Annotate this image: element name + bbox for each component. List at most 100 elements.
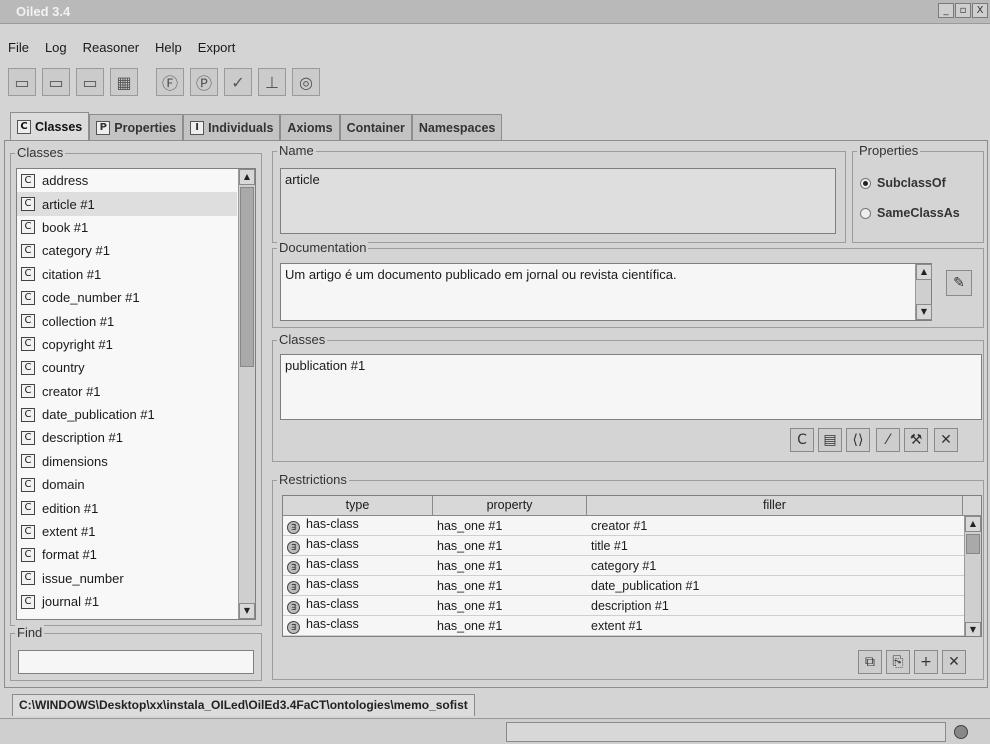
tab-individuals[interactable]: I Individuals xyxy=(183,114,281,140)
table-row[interactable]: ∃ has-class has_one #1 date_publication #1 xyxy=(283,576,981,596)
class-list-item[interactable]: Ccountry xyxy=(17,356,237,379)
class-label: creator #1 xyxy=(42,383,101,399)
class-list-item[interactable]: Ccategory #1 xyxy=(17,239,237,262)
class-list-item[interactable]: Cdate_publication #1 xyxy=(17,403,237,426)
table-row[interactable]: ∃ has-class has_one #1 extent #1 xyxy=(283,616,981,636)
tab-namespaces[interactable]: Namespaces xyxy=(411,114,503,140)
maximize-button[interactable]: ▫ xyxy=(955,3,971,18)
class-list-item[interactable]: Caddress xyxy=(17,169,237,192)
check-icon[interactable]: ✓ xyxy=(224,68,252,96)
f-circle-icon[interactable]: Ⓕ xyxy=(156,68,184,96)
class-list-item[interactable]: Ccitation #1 xyxy=(17,263,237,286)
class-label: code_number #1 xyxy=(42,290,140,306)
class-label: dimensions xyxy=(42,453,108,469)
class-list-item[interactable]: Cformat #1 xyxy=(17,543,237,566)
table-row[interactable]: ∃ has-class has_one #1 creator #1 xyxy=(283,516,981,536)
cell-text: has-class xyxy=(306,577,359,591)
class-list-item[interactable]: Cedition #1 xyxy=(17,496,237,519)
class-list-item[interactable]: Ccollection #1 xyxy=(17,309,237,332)
tab-classes[interactable]: C Classes xyxy=(10,112,90,140)
save-icon[interactable]: ▭ xyxy=(42,68,70,96)
close-button[interactable]: X xyxy=(972,3,988,18)
documentation-textarea[interactable]: Um artigo é um documento publicado em jo… xyxy=(280,263,932,321)
tool-icon[interactable]: ⚒ xyxy=(904,428,928,452)
scroll-thumb[interactable] xyxy=(240,187,254,367)
menu-reasoner[interactable]: Reasoner xyxy=(73,38,145,60)
scroll-up-arrow-icon[interactable]: ▲ xyxy=(239,169,255,185)
edit-pencil-icon[interactable]: ✎ xyxy=(946,270,972,296)
disk-icon[interactable]: ▦ xyxy=(110,68,138,96)
scroll-up-arrow-icon[interactable]: ▲ xyxy=(916,264,932,280)
copy-icon[interactable]: ⧉ xyxy=(858,650,882,674)
class-list-item[interactable]: Cdimensions xyxy=(17,450,237,473)
column-header-filler[interactable]: filler xyxy=(587,496,963,515)
paste-icon[interactable]: ⎘ xyxy=(886,650,910,674)
scroll-down-arrow-icon[interactable]: ▼ xyxy=(916,304,932,320)
class-list-scrollbar[interactable]: ▲ ▼ xyxy=(238,169,255,619)
scroll-thumb[interactable] xyxy=(966,534,980,554)
tab-axioms[interactable]: Axioms xyxy=(280,114,340,140)
file-tab[interactable]: C:\WINDOWS\Desktop\xx\instala_OILed\OilE… xyxy=(12,694,475,716)
remove-restriction-icon[interactable]: ✕ xyxy=(942,650,966,674)
scroll-down-arrow-icon[interactable]: ▼ xyxy=(239,603,255,619)
radio-sameclassas[interactable]: SameClassAs xyxy=(860,206,960,220)
radio-subclassof[interactable]: SubclassOf xyxy=(860,176,946,190)
class-list-item[interactable]: Ccreator #1 xyxy=(17,380,237,403)
class-icon: C xyxy=(21,314,35,329)
column-header-type[interactable]: type xyxy=(283,496,433,515)
add-class-icon[interactable]: C xyxy=(790,428,814,452)
class-label: domain xyxy=(42,477,85,493)
class-label: journal #1 xyxy=(42,594,100,610)
globe-icon[interactable]: ◎ xyxy=(292,68,320,96)
cell-text: has_one #1 xyxy=(437,538,503,553)
class-icon: C xyxy=(21,571,35,586)
class-icon: C xyxy=(21,430,35,445)
table-row[interactable]: ∃ has-class has_one #1 description #1 xyxy=(283,596,981,616)
cell-text: has_one #1 xyxy=(437,598,503,613)
p-circle-icon[interactable]: Ⓟ xyxy=(190,68,218,96)
find-input[interactable] xyxy=(18,650,254,674)
class-list[interactable]: Caddress Carticle #1 Cbook #1 Ccategory #1 C… xyxy=(16,168,256,620)
add-restriction-icon[interactable]: + xyxy=(914,650,938,674)
scroll-up-arrow-icon[interactable]: ▲ xyxy=(965,516,981,532)
brackets-icon[interactable]: ⟨⟩ xyxy=(846,428,870,452)
class-list-item[interactable]: Ccode_number #1 xyxy=(17,286,237,309)
print-icon[interactable]: ▭ xyxy=(76,68,104,96)
class-list-item[interactable]: Cdomain xyxy=(17,473,237,496)
class-list-item[interactable]: Carticle #1 xyxy=(17,192,237,216)
restrictions-scrollbar[interactable]: ▲ ▼ xyxy=(964,516,981,636)
wand-icon[interactable]: ⁄ xyxy=(876,428,900,452)
restrictions-table[interactable]: type property filler ∃ has-class has_one #… xyxy=(282,495,982,637)
column-header-property[interactable]: property xyxy=(433,496,587,515)
class-list-item[interactable]: Cdescription #1 xyxy=(17,426,237,449)
cell-text: has_one #1 xyxy=(437,518,503,533)
class-label: citation #1 xyxy=(42,266,102,282)
delete-icon[interactable]: ✕ xyxy=(934,428,958,452)
tab-properties[interactable]: P Properties xyxy=(89,114,184,140)
class-list-item[interactable]: Cbook #1 xyxy=(17,216,237,239)
menu-file[interactable]: File xyxy=(0,38,35,60)
minimize-button[interactable]: _ xyxy=(938,3,954,18)
cell-text: extent #1 xyxy=(591,618,643,633)
class-list-item[interactable]: Cissue_number xyxy=(17,567,237,590)
list-icon[interactable]: ▤ xyxy=(818,428,842,452)
tab-container[interactable]: Container xyxy=(339,114,412,140)
open-folder-icon[interactable]: ▭ xyxy=(8,68,36,96)
superclass-item[interactable]: publication #1 xyxy=(285,358,977,373)
scroll-down-arrow-icon[interactable]: ▼ xyxy=(965,622,981,636)
documentation-scrollbar[interactable]: ▲ ▼ xyxy=(915,264,932,320)
menu-bar: File Log Reasoner Help Export xyxy=(0,38,990,60)
table-row[interactable]: ∃ has-class has_one #1 title #1 xyxy=(283,536,981,556)
menu-log[interactable]: Log xyxy=(35,38,73,60)
superclasses-list[interactable]: publication #1 xyxy=(280,354,982,420)
class-list-item[interactable]: Ccopyright #1 xyxy=(17,333,237,356)
class-label: article #1 xyxy=(42,196,95,212)
class-list-item[interactable]: Cextent #1 xyxy=(17,520,237,543)
menu-export[interactable]: Export xyxy=(188,38,242,60)
find-label: Find xyxy=(15,625,45,640)
class-list-item[interactable]: Cjournal #1 xyxy=(17,590,237,613)
hierarchy-icon[interactable]: ⊥ xyxy=(258,68,286,96)
name-field[interactable]: article xyxy=(280,168,836,234)
menu-help[interactable]: Help xyxy=(145,38,188,60)
table-row[interactable]: ∃ has-class has_one #1 category #1 xyxy=(283,556,981,576)
